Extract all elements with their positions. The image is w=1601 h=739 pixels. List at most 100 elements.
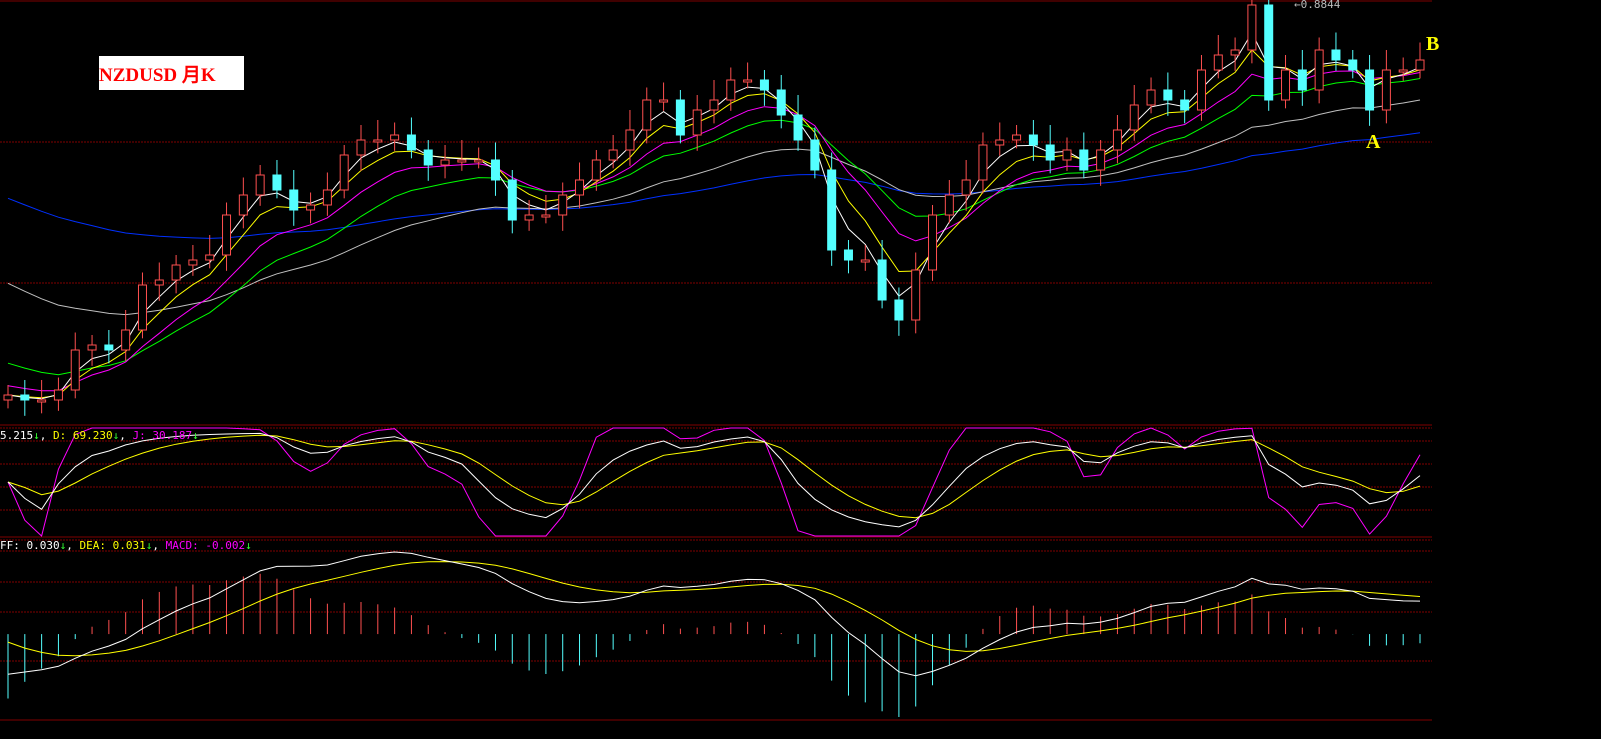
candle-up xyxy=(1398,69,1408,73)
candle-up xyxy=(1415,59,1425,71)
macd-value: MACD: -0.002 xyxy=(165,539,246,552)
candle-up xyxy=(1196,69,1206,111)
candle-up xyxy=(457,159,467,163)
candle-down xyxy=(1163,89,1173,101)
candle-down xyxy=(793,114,803,141)
candle-down xyxy=(507,179,517,221)
kdj-d-line xyxy=(7,434,1421,519)
candle-up xyxy=(978,144,988,181)
candle-up xyxy=(322,189,332,206)
macd-diff-value: FF: 0.030 xyxy=(0,539,60,552)
candle-up xyxy=(541,214,551,218)
candle-up xyxy=(238,194,248,216)
candle-up xyxy=(524,214,534,221)
candle-up xyxy=(306,204,316,211)
candle-down xyxy=(406,134,416,151)
candle-up xyxy=(3,394,13,401)
candle-up xyxy=(1129,104,1139,131)
candle-down xyxy=(827,169,837,251)
candle-up xyxy=(390,134,400,141)
down-arrow-icon: ↓ xyxy=(245,539,252,552)
annotation-a: A xyxy=(1366,131,1381,153)
macd-dea-value: DEA: 0.031 xyxy=(79,539,146,552)
candle-up xyxy=(121,329,131,351)
candle-down xyxy=(894,299,904,321)
macd-diff-line xyxy=(7,551,1421,677)
candle-up xyxy=(87,344,97,351)
candle-up xyxy=(37,399,47,403)
candle-down xyxy=(810,139,820,171)
candle-up xyxy=(255,174,265,196)
down-arrow-icon: ↓ xyxy=(33,429,40,442)
candle-down xyxy=(675,99,685,136)
candle-up xyxy=(188,259,198,266)
candle-down xyxy=(1297,69,1307,91)
high-price-label: ←0.8844 xyxy=(1294,0,1341,11)
candle-up xyxy=(743,79,753,83)
candle-down xyxy=(423,149,433,166)
candle-up xyxy=(995,139,1005,146)
candle-up xyxy=(1230,49,1240,56)
candle-down xyxy=(759,79,769,91)
candle-up xyxy=(558,194,568,216)
candle-down xyxy=(776,89,786,116)
candle-up xyxy=(1096,149,1106,171)
candle-up xyxy=(928,214,938,271)
candle-up xyxy=(373,139,383,143)
macd-legend: FF: 0.030↓, DEA: 0.031↓, MACD: -0.002↓ xyxy=(0,539,252,552)
candle-up xyxy=(339,154,349,191)
candle-up xyxy=(591,159,601,181)
macd-dea-line xyxy=(7,561,1421,657)
candle-down xyxy=(877,259,887,301)
candle-up xyxy=(961,179,971,196)
candle-up xyxy=(860,259,870,263)
candle-down xyxy=(1180,99,1190,111)
candle-down xyxy=(1348,59,1358,71)
candle-up xyxy=(154,279,164,286)
candle-up xyxy=(137,284,147,331)
candle-up xyxy=(1112,129,1122,151)
kdj-j-line xyxy=(7,427,1421,537)
annotation-b: B xyxy=(1426,33,1440,55)
candle-up xyxy=(474,159,484,163)
candle-down xyxy=(1028,134,1038,146)
candle-down xyxy=(272,174,282,191)
candle-down xyxy=(104,344,114,351)
ma120-line xyxy=(7,132,1421,239)
candle-up xyxy=(659,99,669,103)
ma60-line xyxy=(7,99,1421,316)
candle-up xyxy=(642,99,652,131)
candle-up xyxy=(70,349,80,391)
candle-up xyxy=(1062,149,1072,161)
candle-up xyxy=(53,389,63,401)
candle-down xyxy=(1331,49,1341,61)
candle-down xyxy=(1045,144,1055,161)
candle-up xyxy=(1381,69,1391,111)
chart-title-box: NZDUSD 月K xyxy=(99,56,244,90)
down-arrow-icon: ↓ xyxy=(192,429,199,442)
candle-up xyxy=(625,129,635,151)
candle-up xyxy=(1146,89,1156,106)
candle-up xyxy=(726,79,736,101)
candle-up xyxy=(1213,54,1223,71)
candle-up xyxy=(1314,49,1324,91)
candle-up xyxy=(575,179,585,196)
chart-title: NZDUSD 月K xyxy=(99,65,216,86)
candle-up xyxy=(692,109,702,136)
candle-up xyxy=(944,194,954,216)
candle-down xyxy=(490,159,500,181)
candle-up xyxy=(222,214,232,256)
candle-down xyxy=(1365,69,1375,111)
candle-up xyxy=(440,159,450,166)
kdj-j-value: J: 30.187 xyxy=(132,429,193,442)
candle-up xyxy=(911,269,921,321)
candle-up xyxy=(1247,4,1257,51)
candle-up xyxy=(1281,69,1291,101)
candle-up xyxy=(205,254,215,261)
candle-down xyxy=(20,394,30,401)
candle-down xyxy=(843,249,853,261)
candle-down xyxy=(1079,149,1089,171)
kdj-k-value: 5.215 xyxy=(0,429,34,442)
kdj-legend: 5.215↓, D: 69.230↓, J: 30.187↓ xyxy=(0,429,199,442)
candle-up xyxy=(171,264,181,281)
